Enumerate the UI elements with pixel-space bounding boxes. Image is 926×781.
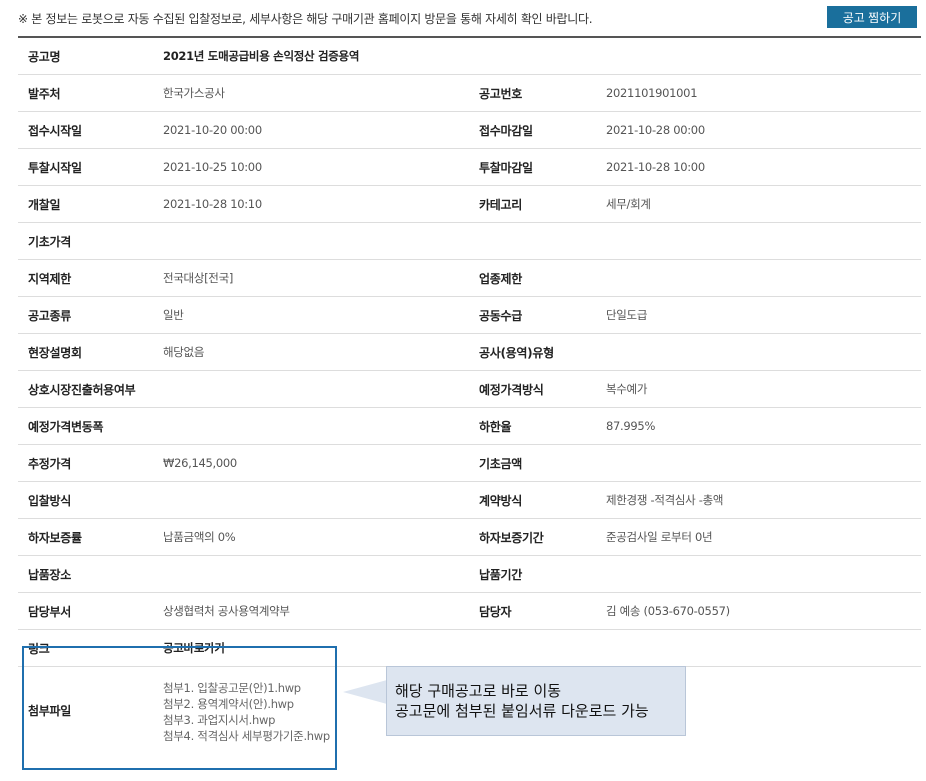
table-row: 상호시장진출허용여부 예정가격방식 복수예가 [18,371,921,408]
table-row: 입찰방식 계약방식 제한경쟁 -적격심사 -총액 [18,482,921,519]
row-value: 2021-10-25 10:00 [163,160,262,174]
row-label: 하한율 [479,419,512,434]
row-value: 2021101901001 [606,86,698,100]
row-value: 제한경쟁 -적격심사 -총액 [606,493,724,507]
row-label: 접수시작일 [28,123,82,138]
callout-annotation: 해당 구매공고로 바로 이동 공고문에 첨부된 붙임서류 다운로드 가능 [386,666,686,736]
row-label: 상호시장진출허용여부 [28,382,136,397]
table-row: 기초가격 [18,223,921,260]
row-label: 입찰방식 [28,493,71,508]
callout-pointer [343,680,387,704]
row-value: 2021-10-28 00:00 [606,123,705,137]
row-value: 2021-10-28 10:10 [163,197,262,211]
notice-text: ※ 본 정보는 로봇으로 자동 수집된 입찰정보로, 세부사항은 해당 구매기관… [18,12,593,26]
save-notice-button[interactable]: 공고 찜하기 [827,6,917,28]
bid-info-table: 공고명 2021년 도매공급비용 손익정산 검증용역 발주처 한국가스공사 공고… [18,36,921,754]
row-label: 담당자 [479,604,512,619]
row-value: 2021-10-20 00:00 [163,123,262,137]
row-label: 예정가격방식 [479,382,544,397]
row-label: 계약방식 [479,493,522,508]
row-label: 접수마감일 [479,123,533,138]
row-label: 개찰일 [28,197,61,212]
row-label: 기초가격 [28,234,71,249]
row-value: ₩26,145,000 [163,456,237,470]
table-row: 접수시작일 2021-10-20 00:00 접수마감일 2021-10-28 … [18,112,921,149]
table-row: 하자보증률 납품금액의 0% 하자보증기간 준공검사일 로부터 0년 [18,519,921,556]
row-label: 공고번호 [479,86,522,101]
table-row: 공고종류 일반 공동수급 단일도급 [18,297,921,334]
row-value: 상생협력처 공사용역계약부 [163,604,290,618]
row-value: 납품금액의 0% [163,530,236,544]
row-label: 카테고리 [479,197,522,212]
row-label: 추정가격 [28,456,71,471]
row-value: 전국대상[전국] [163,271,234,285]
row-value: 일반 [163,308,184,322]
row-value: 단일도급 [606,308,648,322]
link-label: 링크 [28,641,50,656]
row-label: 공고명 [28,49,61,64]
row-label: 하자보증기간 [479,530,544,545]
row-value: 김 예송 (053-670-0557) [606,604,730,618]
table-row: 발주처 한국가스공사 공고번호 2021101901001 [18,75,921,112]
row-label: 발주처 [28,86,61,101]
row-label: 공동수급 [479,308,522,323]
row-value: 준공검사일 로부터 0년 [606,530,713,544]
row-value: 한국가스공사 [163,86,225,100]
notice-title: 2021년 도매공급비용 손익정산 검증용역 [163,49,360,63]
row-value: 2021-10-28 10:00 [606,160,705,174]
callout-line-2: 공고문에 첨부된 붙임서류 다운로드 가능 [395,702,649,720]
table-row: 개찰일 2021-10-28 10:10 카테고리 세무/회계 [18,186,921,223]
row-label: 납품기간 [479,567,522,582]
row-label: 하자보증률 [28,530,82,545]
row-value: 복수예가 [606,382,648,396]
row-label: 기초금액 [479,456,522,471]
row-label: 업종제한 [479,271,522,286]
row-value: 87.995% [606,419,656,433]
callout-line-1: 해당 구매공고로 바로 이동 [395,682,562,700]
table-row: 납품장소 납품기간 [18,556,921,593]
row-label: 예정가격변동폭 [28,419,104,434]
row-label: 현장설명회 [28,345,82,360]
row-label: 투찰시작일 [28,160,82,175]
table-row: 지역제한 전국대상[전국] 업종제한 [18,260,921,297]
table-row: 투찰시작일 2021-10-25 10:00 투찰마감일 2021-10-28 … [18,149,921,186]
table-row: 공고명 2021년 도매공급비용 손익정산 검증용역 [18,38,921,75]
attachments-label: 첨부파일 [28,704,71,718]
row-value: 해당없음 [163,345,205,359]
row-value: 세무/회계 [606,197,651,211]
row-label: 지역제한 [28,271,71,286]
table-row: 담당부서 상생협력처 공사용역계약부 담당자 김 예송 (053-670-055… [18,593,921,630]
notice-direct-link[interactable]: 공고바로가기 [153,640,921,656]
row-label: 담당부서 [28,604,71,619]
table-row: 현장설명회 해당없음 공사(용역)유형 [18,334,921,371]
table-row: 예정가격변동폭 하한율 87.995% [18,408,921,445]
row-label: 공사(용역)유형 [479,345,554,360]
table-row-link: 링크 공고바로가기 [18,630,921,667]
row-label: 공고종류 [28,308,71,323]
table-row: 추정가격 ₩26,145,000 기초금액 [18,445,921,482]
row-label: 납품장소 [28,567,71,582]
row-label: 투찰마감일 [479,160,533,175]
